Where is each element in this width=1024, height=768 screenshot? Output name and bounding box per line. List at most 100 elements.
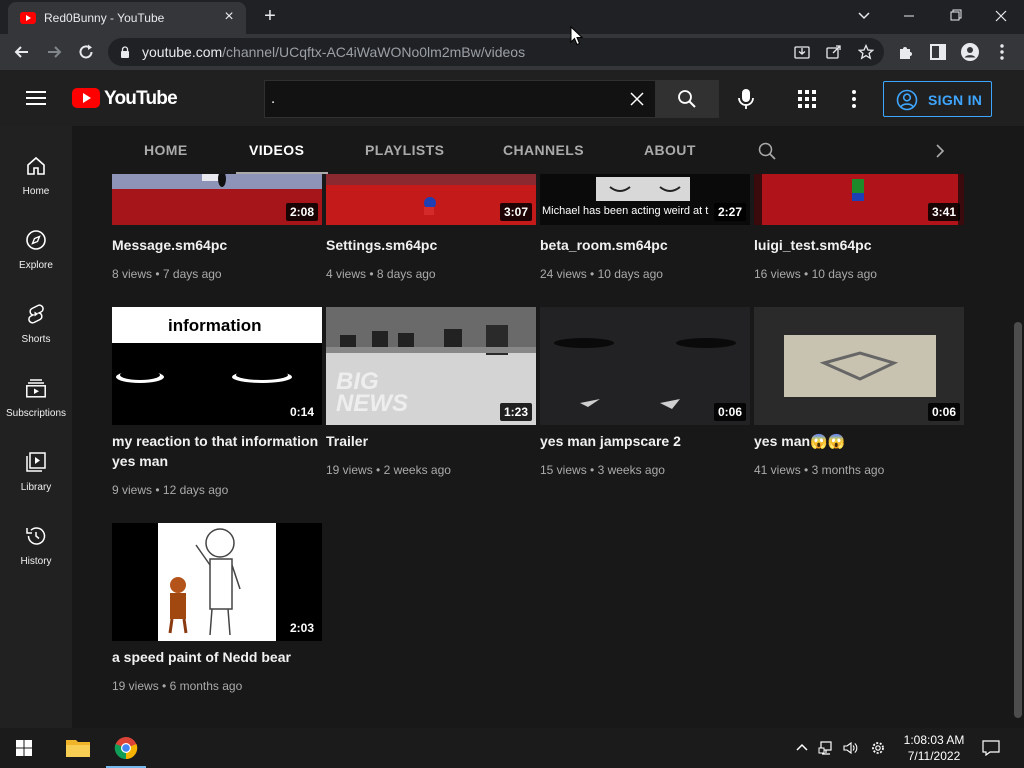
share-icon[interactable] bbox=[826, 44, 842, 60]
profile-avatar-icon[interactable] bbox=[960, 42, 980, 62]
video-age: 6 months ago bbox=[169, 679, 243, 693]
subscriptions-icon bbox=[26, 379, 46, 398]
settings-kebab-icon[interactable] bbox=[846, 88, 862, 110]
tab-close-icon[interactable]: × bbox=[220, 8, 238, 26]
clear-search-icon[interactable] bbox=[629, 91, 645, 107]
page-scrollbar[interactable] bbox=[1012, 126, 1024, 728]
side-panel-icon[interactable] bbox=[928, 42, 948, 62]
extensions-puzzle-icon[interactable] bbox=[896, 42, 916, 62]
show-hidden-icons-chevron-icon[interactable] bbox=[794, 740, 810, 756]
tab-search-chevron-icon[interactable] bbox=[856, 7, 872, 23]
install-app-icon[interactable] bbox=[794, 44, 810, 60]
video-title[interactable]: my reaction to that information yes man bbox=[112, 431, 322, 471]
video-thumbnail[interactable]: 2:08 bbox=[112, 174, 322, 225]
tab-channels[interactable]: CHANNELS bbox=[503, 126, 584, 174]
video-title[interactable]: Settings.sm64pc bbox=[326, 235, 536, 255]
browser-tab-youtube[interactable]: Red0Bunny - YouTube × bbox=[8, 2, 246, 34]
guide-item-history[interactable]: History bbox=[0, 504, 72, 578]
video-title[interactable]: luigi_test.sm64pc bbox=[754, 235, 964, 255]
guide-item-label: Explore bbox=[19, 260, 53, 271]
video-thumbnail[interactable]: 3:41 bbox=[754, 174, 964, 225]
window-minimize-button[interactable] bbox=[886, 0, 932, 32]
video-grid: 2:08 Message.sm64pc 8 views • 7 days ago… bbox=[72, 174, 1012, 728]
window-close-button[interactable] bbox=[978, 0, 1024, 32]
shorts-icon bbox=[28, 304, 44, 324]
video-thumbnail[interactable]: BIG NEWS 1:23 bbox=[326, 307, 536, 425]
settings-gear-icon[interactable] bbox=[870, 740, 886, 756]
sign-in-label: SIGN IN bbox=[928, 92, 983, 108]
mini-guide-sidebar: Home Explore Shorts Subscriptions Librar… bbox=[0, 126, 72, 728]
video-age: 7 days ago bbox=[162, 267, 222, 281]
video-thumbnail[interactable]: 0:06 bbox=[540, 307, 750, 425]
video-metadata: 8 views • 7 days ago bbox=[112, 267, 222, 281]
video-thumbnail[interactable]: 3:07 bbox=[326, 174, 536, 225]
video-metadata: 19 views • 2 weeks ago bbox=[326, 463, 451, 477]
tab-videos[interactable]: VIDEOS bbox=[236, 126, 328, 174]
video-duration: 0:06 bbox=[927, 403, 960, 421]
forward-arrow-icon[interactable] bbox=[44, 42, 64, 62]
video-age: 12 days ago bbox=[162, 483, 229, 497]
guide-item-home[interactable]: Home bbox=[0, 134, 72, 208]
url-path: /channel/UCqftx-AC4iWaWONo0lm2mBw/videos bbox=[222, 44, 526, 60]
video-title[interactable]: Trailer bbox=[326, 431, 536, 451]
bookmark-star-icon[interactable] bbox=[858, 44, 874, 60]
tab-home[interactable]: HOME bbox=[144, 126, 187, 174]
windows-start-icon[interactable] bbox=[0, 728, 48, 768]
guide-item-shorts[interactable]: Shorts bbox=[0, 282, 72, 356]
video-thumbnail[interactable]: 0:06 bbox=[754, 307, 964, 425]
network-icon[interactable] bbox=[818, 740, 834, 756]
back-arrow-icon[interactable] bbox=[12, 42, 32, 62]
file-explorer-icon[interactable] bbox=[54, 728, 102, 768]
window-restore-button[interactable] bbox=[932, 0, 978, 32]
url-host: youtube.com bbox=[142, 44, 223, 60]
video-title[interactable]: Message.sm64pc bbox=[112, 235, 322, 255]
video-thumbnail[interactable]: Michael has been acting weird at t 2:27 bbox=[540, 174, 750, 225]
video-views: 15 views bbox=[540, 463, 587, 477]
volume-icon[interactable] bbox=[842, 740, 858, 756]
address-bar[interactable]: youtube.com/channel/UCqftx-AC4iWaWONo0lm… bbox=[108, 38, 884, 66]
voice-search-mic-icon[interactable] bbox=[736, 88, 756, 110]
scrollbar-thumb[interactable] bbox=[1014, 322, 1022, 718]
guide-menu-hamburger-icon[interactable] bbox=[26, 90, 46, 106]
guide-item-explore[interactable]: Explore bbox=[0, 208, 72, 282]
video-views: 16 views bbox=[754, 267, 801, 281]
video-duration: 0:14 bbox=[285, 403, 318, 421]
video-thumbnail[interactable]: 2:03 bbox=[112, 523, 322, 641]
chrome-taskbar-button[interactable] bbox=[102, 728, 150, 768]
video-duration: 2:08 bbox=[285, 203, 318, 221]
youtube-apps-grid-icon[interactable] bbox=[798, 90, 816, 108]
new-tab-button[interactable]: + bbox=[260, 6, 280, 26]
tab-label: VIDEOS bbox=[249, 142, 305, 158]
video-thumbnail[interactable]: information 0:14 bbox=[112, 307, 322, 425]
video-title[interactable]: yes man😱😱 bbox=[754, 431, 964, 451]
sign-in-button[interactable]: SIGN IN bbox=[883, 81, 992, 117]
guide-item-library[interactable]: Library bbox=[0, 430, 72, 504]
video-title[interactable]: a speed paint of Nedd bear bbox=[112, 647, 322, 667]
channel-search-icon[interactable] bbox=[758, 142, 776, 160]
search-input-value: . bbox=[271, 90, 276, 107]
video-title[interactable]: yes man jampscare 2 bbox=[540, 431, 750, 451]
video-title[interactable]: beta_room.sm64pc bbox=[540, 235, 750, 255]
history-icon bbox=[26, 527, 46, 545]
guide-item-label: History bbox=[20, 556, 52, 567]
thumbnail-caption: Michael has been acting weird at t bbox=[542, 205, 709, 217]
reload-icon[interactable] bbox=[76, 42, 96, 62]
youtube-play-logo-icon bbox=[72, 88, 100, 108]
action-center-notification-icon[interactable] bbox=[982, 740, 1000, 756]
chevron-right-icon[interactable] bbox=[934, 142, 946, 160]
channel-tabs: HOME VIDEOS PLAYLISTS CHANNELS ABOUT bbox=[72, 126, 1012, 174]
tab-about[interactable]: ABOUT bbox=[644, 126, 695, 174]
lock-icon[interactable] bbox=[120, 46, 130, 58]
video-age: 8 days ago bbox=[376, 267, 436, 281]
video-metadata: 19 views • 6 months ago bbox=[112, 679, 243, 693]
browser-menu-kebab-icon[interactable] bbox=[992, 42, 1012, 62]
taskbar-clock[interactable]: 1:08:03 AM 7/11/2022 bbox=[896, 732, 972, 764]
search-input[interactable]: . bbox=[264, 80, 655, 118]
youtube-favicon-icon bbox=[20, 12, 36, 24]
guide-item-subscriptions[interactable]: Subscriptions bbox=[0, 356, 72, 430]
video-age: 3 weeks ago bbox=[597, 463, 665, 477]
video-metadata: 9 views • 12 days ago bbox=[112, 483, 229, 497]
video-views: 4 views bbox=[326, 267, 367, 281]
tab-playlists[interactable]: PLAYLISTS bbox=[365, 126, 445, 174]
search-button[interactable] bbox=[655, 80, 719, 118]
